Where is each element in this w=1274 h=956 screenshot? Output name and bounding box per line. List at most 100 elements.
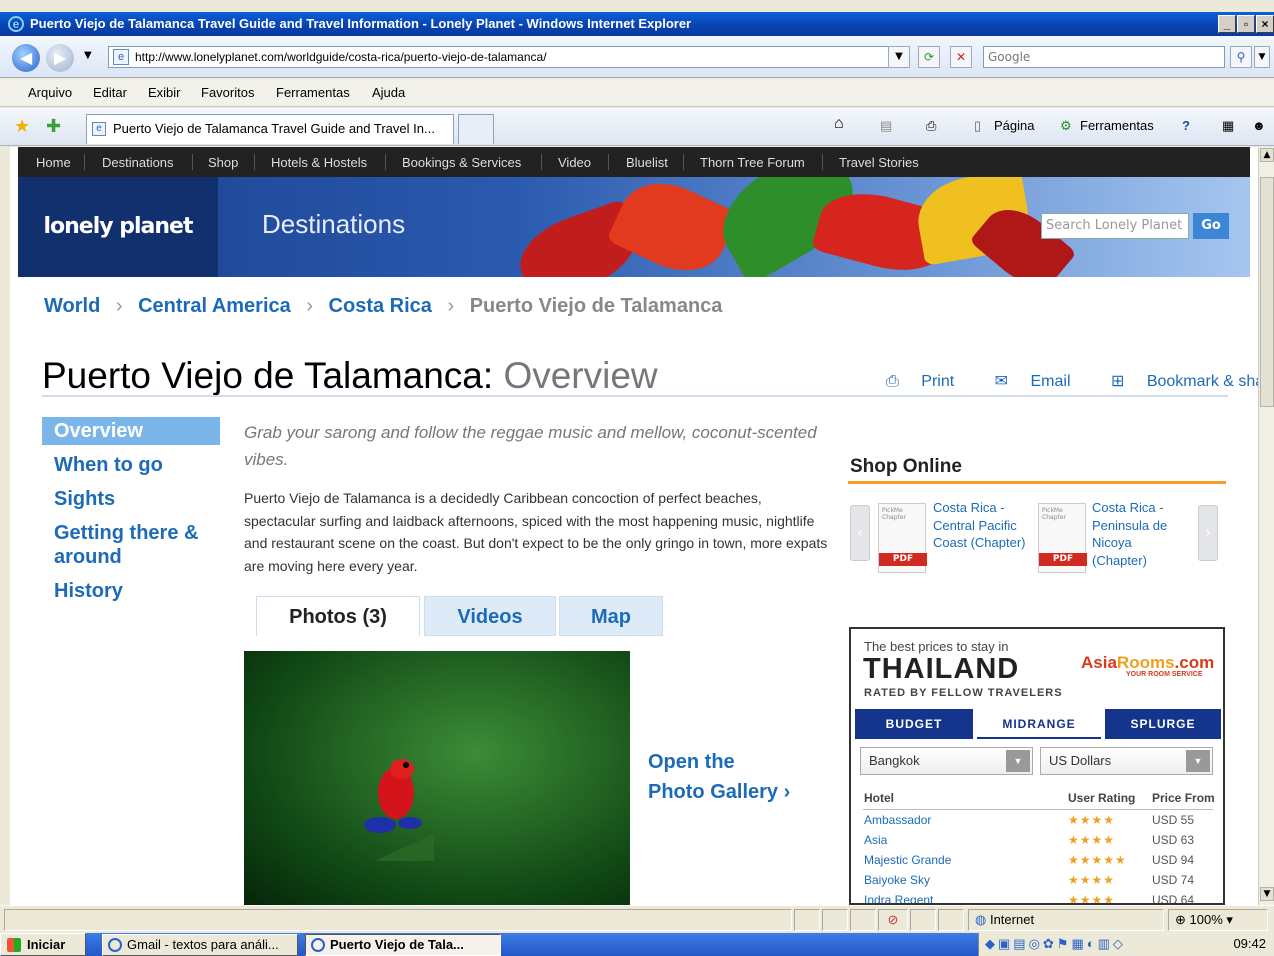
refresh-button[interactable]: ⟳ [918,46,940,68]
menu-ferramentas[interactable]: Ferramentas [276,85,350,100]
email-link[interactable]: ✉ Email [995,373,1089,390]
ie-logo-icon: e [8,16,24,32]
search-icon[interactable]: ⚲ [1230,46,1252,68]
shop-prev-button[interactable]: ‹ [850,505,870,561]
close-window-button[interactable]: × [1256,15,1274,33]
breadcrumb-central-america[interactable]: Central America [138,295,291,317]
nav-bookings[interactable]: Bookings & Services [402,155,521,170]
col-rating: User Rating [1068,791,1136,805]
widget-tab-budget[interactable]: BUDGET [855,709,973,739]
hotel-name[interactable]: Ambassador [864,813,931,827]
forward-button[interactable]: ▶ [46,44,74,72]
print-icon[interactable]: ⎙ [926,118,936,134]
taskbar-item-puerto-viejo[interactable]: Puerto Viejo de Tala... [305,934,501,956]
address-dropdown-button[interactable]: ▼ [888,46,910,68]
nav-shop[interactable]: Shop [208,155,238,170]
photo-gallery-link[interactable]: Open the Photo Gallery › [648,747,790,807]
page-menu[interactable]: Página [994,118,1034,133]
home-icon[interactable]: ⌂ [834,115,844,133]
start-button[interactable]: Iniciar [0,933,86,956]
nav-travel-stories[interactable]: Travel Stories [839,155,919,170]
research-icon[interactable]: ▦ [1222,118,1234,134]
tools-menu[interactable]: Ferramentas [1080,118,1154,133]
site-search-input[interactable]: Search Lonely Planet [1041,213,1189,239]
menu-exibir[interactable]: Exibir [148,85,181,100]
zone-label: Internet [989,912,1035,927]
scroll-up-button[interactable]: ▲ [1260,148,1274,162]
bookmark-label: Bookmark & share [1146,373,1258,390]
brand-part: Rooms [1116,653,1175,672]
nav-hotels[interactable]: Hotels & Hostels [271,155,367,170]
product-thumb-2[interactable]: PickMe Chapter PDF [1038,503,1087,573]
currency-select[interactable]: US Dollars ▼ [1040,747,1213,775]
tray-icons[interactable]: ◆▣▤◎✿⚑▦◐▥◇ [985,936,1126,952]
nav-bluelist[interactable]: Bluelist [626,155,668,170]
breadcrumb-world[interactable]: World [44,295,100,317]
minimize-button[interactable]: _ [1218,15,1236,33]
search-options-button[interactable]: ▼ [1254,46,1270,68]
zoom-control[interactable]: ⊕ 100% ▾ [1168,909,1268,931]
browser-tab-active[interactable]: e Puerto Viejo de Talamanca Travel Guide… [86,114,454,144]
asiarooms-logo[interactable]: AsiaRooms.com [1081,653,1214,673]
tools-gear-icon: ⚙ [1060,118,1072,133]
side-menu-getting-there[interactable]: Getting there & around [42,519,220,571]
widget-tab-midrange[interactable]: MIDRANGE [977,709,1101,739]
popup-blocker-icon[interactable]: ⊘ [878,909,908,931]
feeds-icon[interactable]: ▤ [880,118,892,134]
shop-next-button[interactable]: › [1198,505,1218,561]
maximize-button[interactable]: ▫ [1237,15,1255,33]
side-menu-sights[interactable]: Sights [42,485,220,513]
nav-destinations[interactable]: Destinations [102,155,174,170]
nav-video[interactable]: Video [558,155,591,170]
hotel-name[interactable]: Asia [864,833,887,847]
site-search-go-button[interactable]: Go [1193,213,1229,239]
bookmark-icon: ⊞ [1110,373,1125,390]
nav-thorn-tree[interactable]: Thorn Tree Forum [700,155,805,170]
body-text: Puerto Viejo de Talamanca is a decidedly… [244,490,828,574]
lonely-planet-logo[interactable]: lonely planet [18,177,218,277]
product-title-2[interactable]: Costa Rica - Peninsula de Nicoya (Chapte… [1092,499,1182,569]
scroll-thumb[interactable] [1260,177,1274,407]
nav-home[interactable]: Home [36,155,71,170]
stop-button[interactable]: ✕ [950,46,972,68]
bookmark-link[interactable]: ⊞ Bookmark & share [1111,373,1258,390]
widget-tab-splurge[interactable]: SPLURGE [1105,709,1221,739]
hotel-name[interactable]: Baiyoke Sky [864,873,930,887]
messenger-icon[interactable]: ☻ [1252,118,1266,133]
tab-videos[interactable]: Videos [424,596,556,636]
breadcrumb-costa-rica[interactable]: Costa Rica [329,295,432,317]
print-link[interactable]: ⎙ Print [886,373,972,390]
favorites-star-icon[interactable]: ★ [14,116,30,137]
tab-map[interactable]: Map [559,596,663,636]
address-input[interactable]: e http://www.lonelyplanet.com/worldguide… [108,46,908,68]
new-tab-button[interactable] [458,114,494,144]
taskbar: Iniciar Gmail - textos para análi... Pue… [0,933,1274,956]
side-menu-when-to-go[interactable]: When to go [42,451,220,479]
scroll-down-button[interactable]: ▼ [1260,887,1274,901]
page-scrollbar[interactable]: ▲ ▼ [1258,147,1274,905]
side-menu-history[interactable]: History [42,577,220,605]
search-input[interactable]: Google [983,46,1225,68]
taskbar-item-gmail[interactable]: Gmail - textos para análi... [102,934,298,956]
add-favorites-icon[interactable]: ✚ [46,116,61,137]
menu-editar[interactable]: Editar [93,85,127,100]
menu-favoritos[interactable]: Favoritos [201,85,254,100]
photo-frog[interactable] [244,651,630,905]
help-icon[interactable]: ? [1182,118,1190,133]
security-zone[interactable]: ◍ Internet [968,909,1164,931]
history-dropdown-icon[interactable]: ▼ [84,50,92,61]
product-title-1[interactable]: Costa Rica - Central Pacific Coast (Chap… [933,499,1033,552]
side-menu: Overview When to go Sights Getting there… [42,417,220,611]
menu-bar: Arquivo Editar Exibir Favoritos Ferramen… [0,79,1274,107]
tab-photos[interactable]: Photos (3) [256,596,420,636]
pdf-badge: PDF [879,553,927,566]
hotel-name[interactable]: Indra Regent [864,893,933,903]
menu-ajuda[interactable]: Ajuda [372,85,405,100]
back-button[interactable]: ◀ [12,44,40,72]
city-select[interactable]: Bangkok ▼ [860,747,1033,775]
status-cell [822,909,848,931]
side-menu-overview[interactable]: Overview [42,417,220,445]
hotel-name[interactable]: Majestic Grande [864,853,951,867]
menu-arquivo[interactable]: Arquivo [28,85,72,100]
product-thumb-1[interactable]: PickMe Chapter PDF [878,503,927,573]
